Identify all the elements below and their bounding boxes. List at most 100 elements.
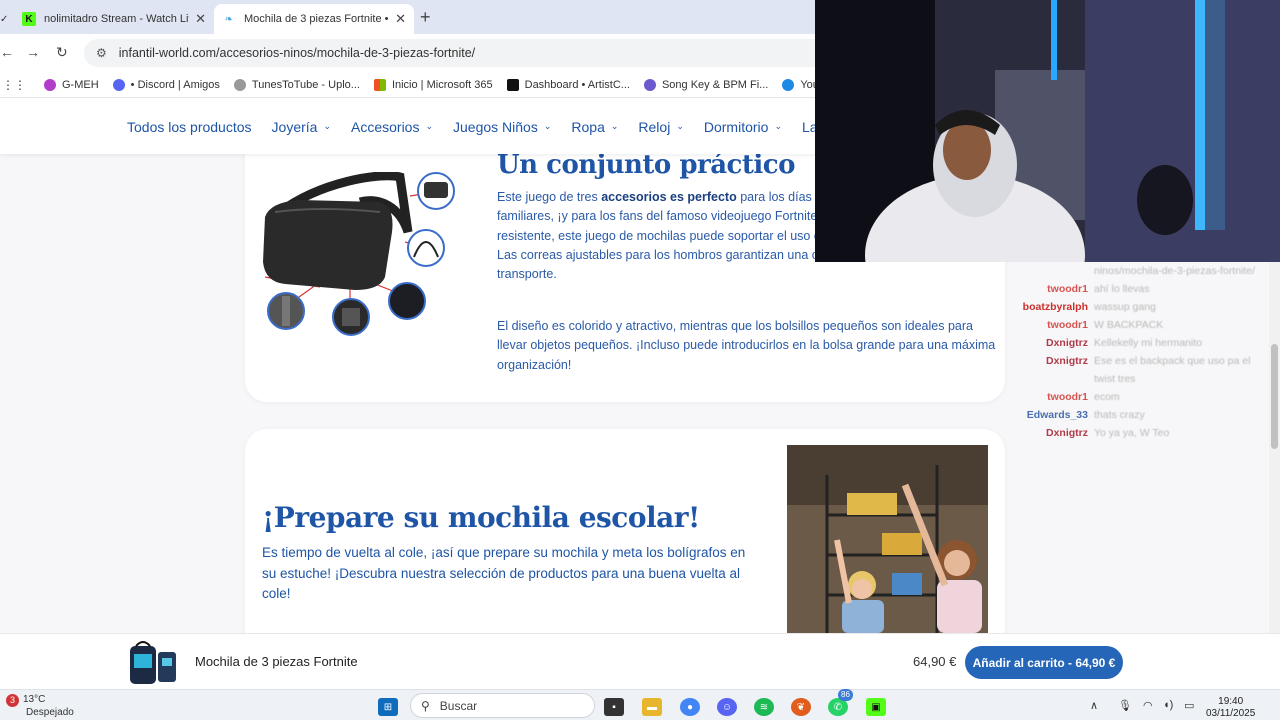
back-icon[interactable]: ← [0, 44, 14, 60]
kick-icon: K [22, 12, 36, 26]
chat-message: twoodr1 W BACKPACK [1010, 316, 1268, 334]
url-field[interactable]: ⚙ infantil-world.com/accesorios-ninos/mo… [84, 39, 844, 67]
bookmark-tunestotube[interactable]: TunesToTube - Uplo... [233, 78, 360, 91]
taskbar-search[interactable]: ⚲ Buscar [410, 693, 595, 718]
section-title: ¡Prepare su mochila escolar! [262, 501, 700, 534]
chat-message: twoodr1 ecom [1010, 388, 1268, 406]
backpack-set-image [263, 172, 455, 336]
chat-text: Kellekelly mi hermanito [1094, 337, 1202, 349]
microphone-icon[interactable]: 🎙 [1118, 699, 1132, 712]
scrollbar-thumb[interactable] [1271, 344, 1278, 449]
bookmark-songkey[interactable]: Song Key & BPM Fi... [643, 78, 768, 91]
chat-message: Edwards_33 thats crazy [1010, 406, 1268, 424]
bookmark-label: • Discord | Amigos [130, 78, 220, 91]
notification-badge: 3 [6, 694, 19, 707]
whatsapp-badge: 86 [838, 689, 853, 701]
search-icon: ⚲ [421, 698, 430, 713]
bookmark-discord[interactable]: • Discord | Amigos [112, 78, 220, 91]
nav-item[interactable]: Dormitorio ⌄ [704, 119, 782, 135]
weather-widget[interactable]: 3 13°C Despejado [6, 694, 74, 718]
chat-text: thats crazy [1094, 409, 1145, 421]
site-info-icon[interactable]: ⚙ [96, 46, 107, 60]
nav-item[interactable]: Ropa ⌄ [571, 119, 618, 135]
tab-title: Mochila de 3 piezas Fortnite • Infantil … [244, 13, 389, 25]
page-scrollbar[interactable] [1269, 262, 1280, 633]
bookmark-dashboard[interactable]: Dashboard • ArtistC... [506, 78, 630, 91]
temperature: 13°C [23, 694, 46, 705]
bookmark-microsoft365[interactable]: Inicio | Microsoft 365 [373, 78, 493, 91]
cart-price: 64,90 € [913, 654, 957, 669]
chat-username: Dxnigtrz [1046, 337, 1088, 349]
new-tab-button[interactable]: + [420, 7, 431, 28]
artist-icon [506, 78, 519, 91]
tab-overflow[interactable]: ✓ [0, 4, 14, 34]
nav-item[interactable]: Accesorios ⌄ [351, 119, 433, 135]
chrome-icon[interactable]: ● [680, 698, 700, 716]
chat-text: wassup gang [1094, 301, 1156, 313]
kick-app-icon[interactable]: ▣ [866, 698, 886, 716]
stream-chat-overlay: ninos/mochila-de-3-piezas-fortnite/twood… [1010, 262, 1268, 462]
spotify-icon[interactable]: ≋ [754, 698, 774, 716]
wifi-icon[interactable]: ◠ [1143, 699, 1153, 712]
reload-icon[interactable]: ↻ [56, 44, 68, 61]
tab-title: nolimitadro Stream - Watch Live on Kick [44, 13, 189, 25]
nav-item-label: Reloj [638, 118, 671, 135]
nav-item[interactable]: Juegos Niños ⌄ [453, 119, 551, 135]
windows-start-icon[interactable]: ⊞ [378, 698, 398, 716]
forward-icon[interactable]: → [26, 44, 40, 60]
add-to-cart-button[interactable]: Añadir al carrito - 64,90 € [965, 646, 1123, 679]
weather-condition: Despejado [26, 707, 74, 718]
battery-icon[interactable]: ▭ [1184, 699, 1194, 712]
tab-mochila-fortnite[interactable]: ❧ Mochila de 3 piezas Fortnite • Infanti… [214, 4, 414, 34]
close-tab-icon[interactable]: ✕ [195, 11, 206, 27]
nav-item[interactable]: Reloj ⌄ [638, 119, 683, 135]
nav-item-label: Accesorios [351, 118, 420, 135]
clock-date: 03/11/2025 [1206, 708, 1256, 719]
nav-item[interactable]: Todos los productos [127, 119, 252, 135]
chat-text: ninos/mochila-de-3-piezas-fortnite/ [1094, 265, 1256, 277]
webcam-overlay [815, 0, 1280, 262]
nav-item[interactable]: Joyería ⌄ [272, 119, 331, 135]
section-prepare-backpack: ¡Prepare su mochila escolar! Es tiempo d… [245, 429, 1005, 633]
file-explorer-icon[interactable]: ▬ [642, 698, 662, 716]
chat-text: Ese es el backpack que uso pa el twist t… [1094, 355, 1251, 385]
windows-taskbar: 3 13°C Despejado ⊞ ⚲ Buscar ▪ ▬ ● ☺ ≋ ❦ ✆… [0, 689, 1280, 720]
chevron-down-icon: ⌄ [610, 121, 619, 131]
chevron-down-icon: ⌄ [323, 121, 331, 131]
tab-kick-stream[interactable]: K nolimitadro Stream - Watch Live on Kic… [14, 4, 214, 34]
section-title: Un conjunto práctico [497, 154, 795, 180]
discord-icon[interactable]: ☺ [717, 698, 737, 716]
chat-message: ninos/mochila-de-3-piezas-fortnite/ [1010, 262, 1268, 280]
clock-time: 19:40 [1218, 696, 1244, 707]
bookmark-label: Inicio | Microsoft 365 [391, 78, 493, 91]
chat-username: boatzbyralph [1022, 301, 1088, 313]
chat-message: Dxnigtrz Kellekelly mi hermanito [1010, 334, 1268, 352]
chat-username: Edwards_33 [1026, 409, 1088, 421]
chat-text: W BACKPACK [1094, 319, 1164, 331]
search-placeholder: Buscar [439, 698, 478, 713]
chevron-down-icon: ⌄ [543, 121, 552, 131]
close-tab-icon[interactable]: ✕ [395, 11, 406, 27]
youtube-icon [782, 78, 795, 91]
chat-username: Dxnigtrz [1046, 427, 1088, 439]
nav-item-label: Joyería [271, 118, 318, 135]
chevron-up-icon[interactable]: ∧ [1090, 699, 1098, 712]
task-view-icon[interactable]: ▪ [604, 698, 624, 716]
chevron-down-icon: ⌄ [676, 121, 684, 131]
chat-username: twoodr1 [1047, 319, 1088, 331]
drop-icon: ❧ [224, 13, 234, 25]
product-thumbnail [130, 641, 176, 684]
url-text: infantil-world.com/accesorios-ninos/moch… [118, 46, 476, 60]
chat-text: ecom [1094, 391, 1120, 403]
gear-icon [233, 78, 246, 91]
bookmark-icon [44, 78, 56, 91]
chevron-down-icon: ⌄ [774, 121, 782, 131]
chat-message: twoodr1 ahí lo llevas [1010, 280, 1268, 298]
fl-studio-icon[interactable]: ❦ [791, 698, 811, 716]
apps-icon[interactable]: ⋮⋮ [2, 78, 26, 92]
nav-item-label: Todos los productos [127, 118, 252, 135]
volume-icon[interactable]: ◖) [1163, 699, 1173, 711]
system-clock[interactable]: 19:40 03/11/2025 [1206, 696, 1255, 720]
bookmark-label: TunesToTube - Uplo... [251, 78, 360, 91]
bookmark-gmeh[interactable]: G-MEH [44, 78, 99, 91]
